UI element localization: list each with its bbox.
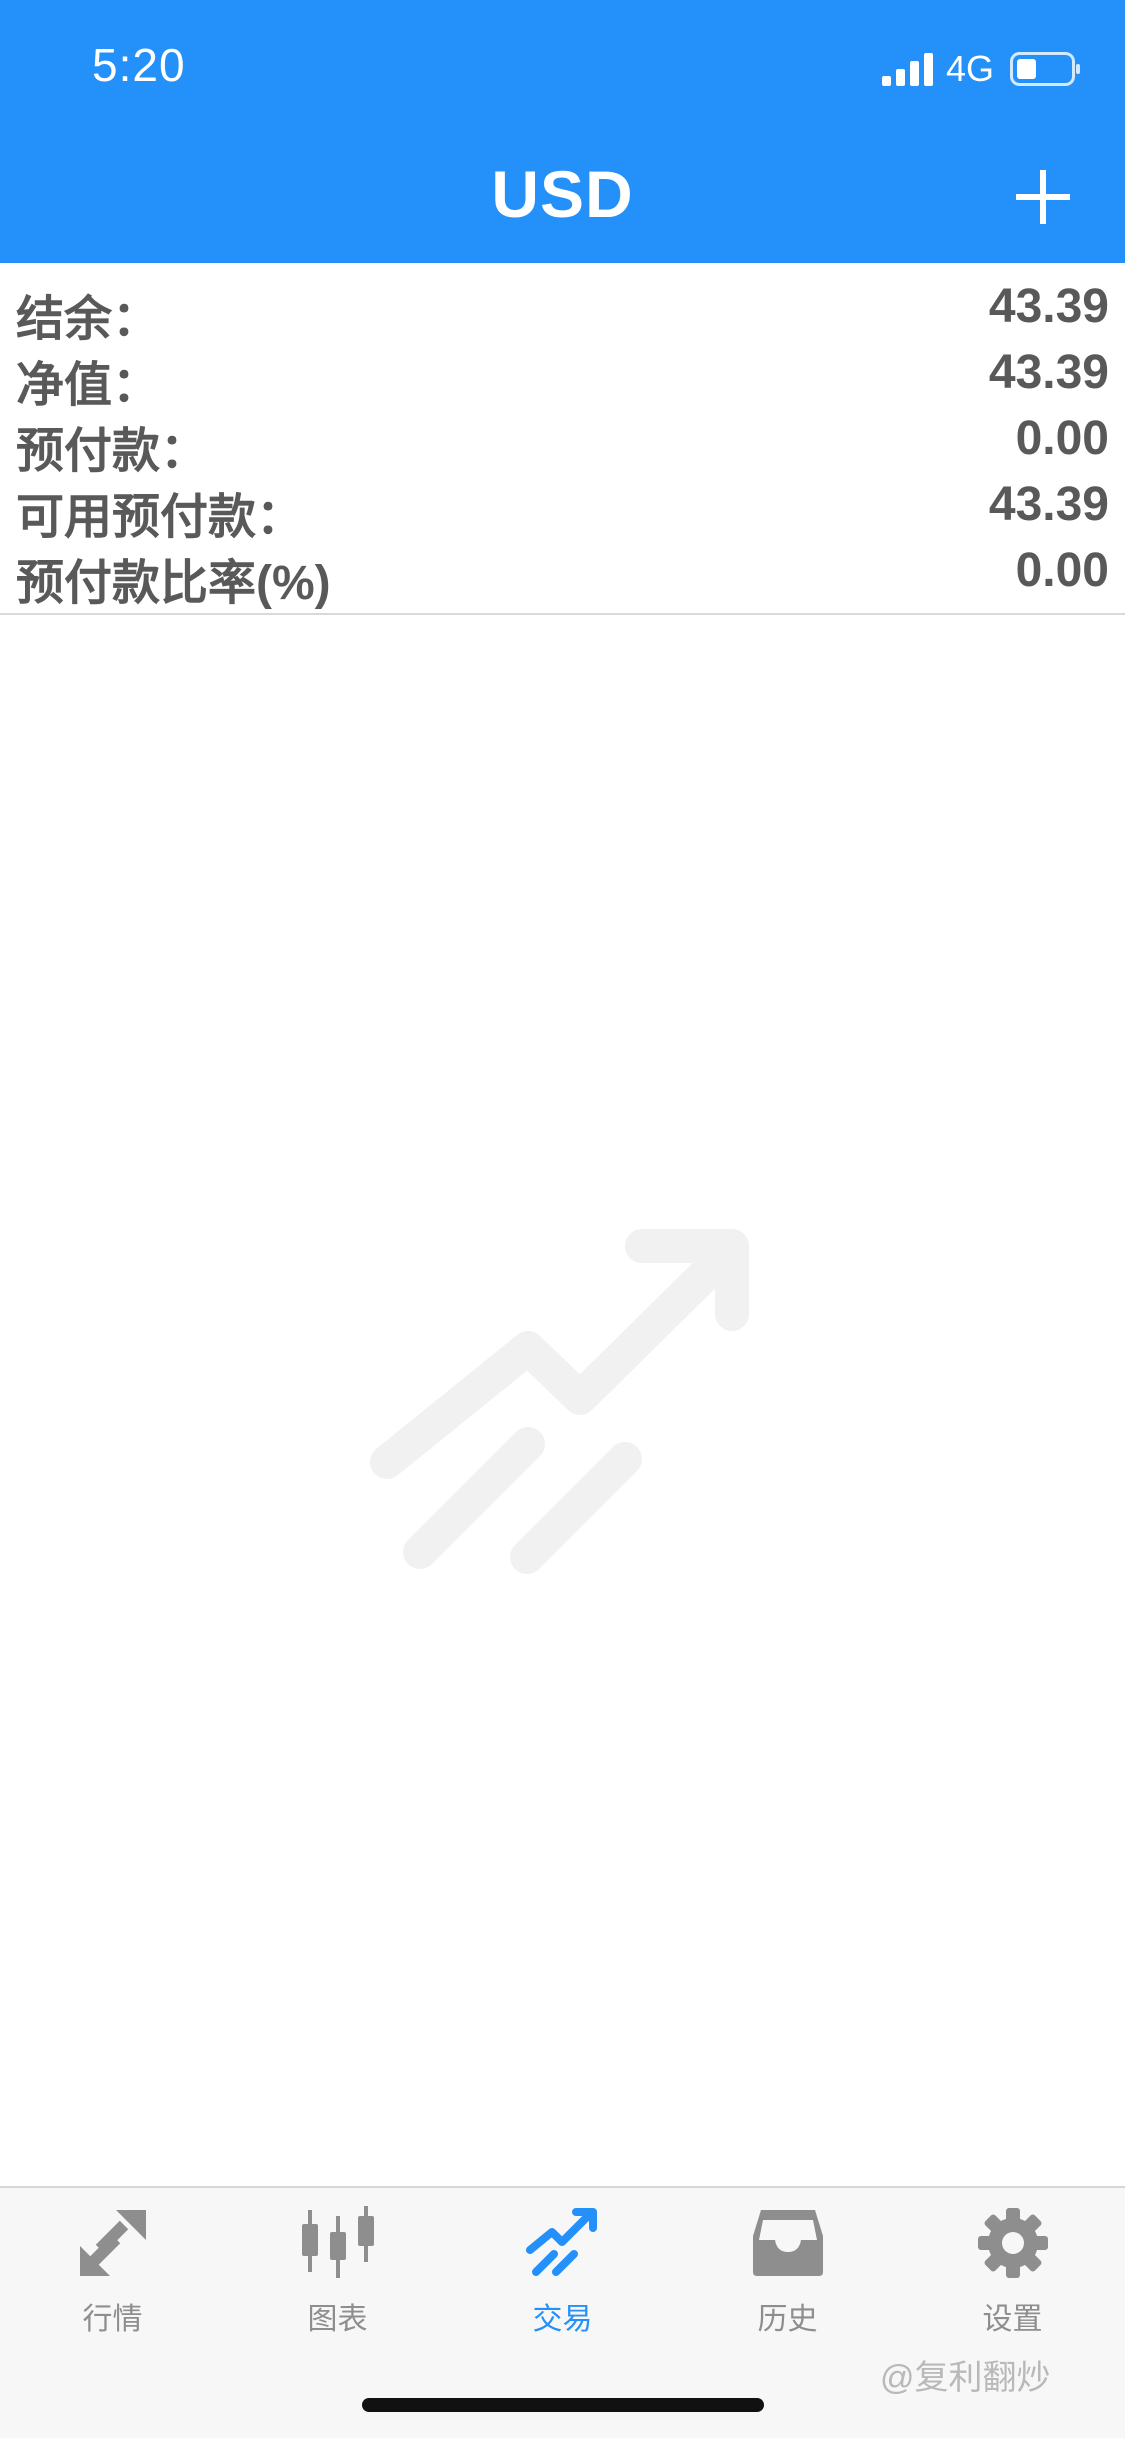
account-row-margin-level: 预付款比率(%) 0.00 — [0, 533, 1125, 610]
account-label: 预付款比率(%) — [16, 557, 331, 610]
tab-label: 历史 — [757, 2303, 818, 2336]
tab-label: 交易 — [532, 2303, 593, 2336]
home-indicator — [362, 2398, 764, 2412]
network-type: 4G — [946, 48, 995, 89]
account-value: 0.00 — [1015, 544, 1109, 597]
candlestick-icon — [302, 2206, 374, 2278]
account-row-free-margin: 可用预付款： 43.39 — [0, 467, 1125, 544]
watermark: @复利翻炒 — [880, 2359, 1051, 2397]
account-value: 43.39 — [988, 346, 1109, 399]
tab-label: 行情 — [82, 2303, 143, 2336]
gear-icon — [978, 2208, 1048, 2278]
tab-label: 设置 — [982, 2303, 1043, 2336]
quotes-icon — [80, 2210, 146, 2276]
account-summary: 结余： 43.39 净值： 43.39 预付款： 0.00 可用预付款： 43.… — [0, 263, 1125, 615]
account-row-margin: 预付款： 0.00 — [0, 401, 1125, 478]
app-header: 5:20 4G USD — [0, 0, 1125, 263]
account-row-equity: 净值： 43.39 — [0, 335, 1125, 412]
battery-icon — [1010, 52, 1080, 86]
account-value: 43.39 — [988, 478, 1109, 531]
tab-settings[interactable]: 设置 — [900, 2188, 1125, 2348]
tab-trade[interactable]: 交易 — [450, 2188, 675, 2348]
signal-icon — [882, 53, 933, 86]
tab-label: 图表 — [307, 2303, 368, 2336]
account-row-balance: 结余： 43.39 — [0, 269, 1125, 346]
trade-icon — [526, 2208, 597, 2276]
tab-history[interactable]: 历史 — [675, 2188, 900, 2348]
inbox-icon — [753, 2210, 823, 2276]
tab-chart[interactable]: 图表 — [225, 2188, 450, 2348]
account-value: 0.00 — [1015, 412, 1109, 465]
tab-quotes[interactable]: 行情 — [0, 2188, 225, 2348]
account-value: 43.39 — [988, 280, 1109, 333]
page-title: USD — [491, 157, 634, 231]
plus-icon[interactable] — [1014, 168, 1072, 226]
trending-up-icon — [370, 1229, 749, 1574]
status-time: 5:20 — [92, 39, 186, 91]
